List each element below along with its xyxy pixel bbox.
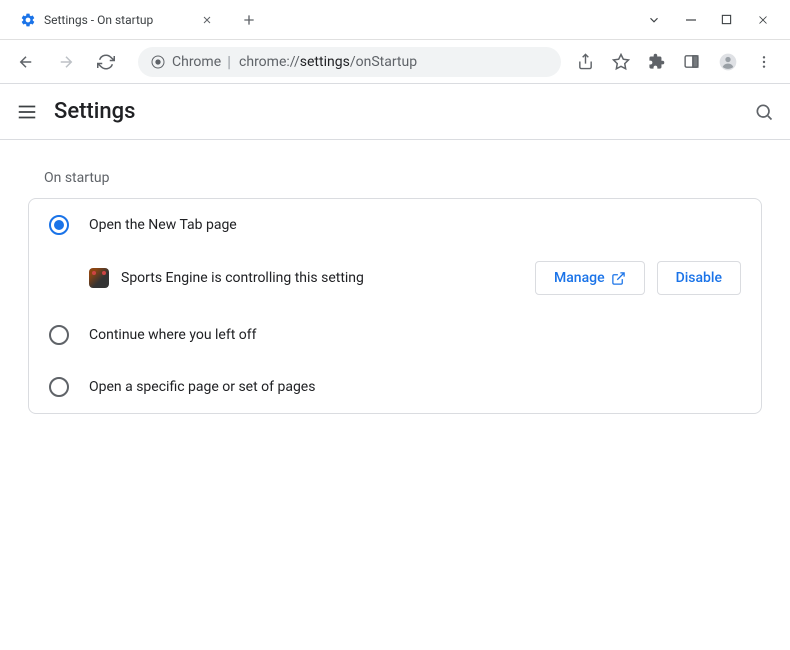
option-specific-pages[interactable]: Open a specific page or set of pages — [29, 361, 761, 413]
maximize-button[interactable] — [721, 14, 732, 25]
control-text: Sports Engine is controlling this settin… — [121, 270, 523, 286]
chevron-down-icon[interactable] — [647, 13, 661, 27]
section-title: On startup — [44, 170, 766, 186]
extension-control-notice: Sports Engine is controlling this settin… — [29, 251, 761, 309]
share-icon[interactable] — [577, 53, 594, 70]
profile-icon[interactable] — [718, 52, 738, 72]
browser-tab[interactable]: Settings - On startup — [8, 4, 225, 36]
option-continue[interactable]: Continue where you left off — [29, 309, 761, 361]
tab-close-button[interactable] — [201, 14, 213, 26]
window-controls — [647, 13, 790, 27]
bookmark-icon[interactable] — [612, 53, 630, 71]
tab-title: Settings - On startup — [44, 13, 153, 27]
toolbar-actions — [577, 52, 780, 72]
menu-kebab-icon[interactable] — [756, 54, 772, 70]
titlebar: Settings - On startup — [0, 0, 790, 40]
page-title: Settings — [54, 99, 135, 124]
radio-unselected[interactable] — [49, 377, 69, 397]
settings-header: Settings — [0, 84, 790, 140]
address-bar[interactable]: Chrome | chrome://settings/onStartup — [138, 47, 561, 77]
forward-button[interactable] — [50, 46, 82, 78]
search-settings-button[interactable] — [754, 102, 774, 122]
extension-icon — [89, 268, 109, 288]
reload-button[interactable] — [90, 46, 122, 78]
settings-content: On startup Open the New Tab page Sports … — [0, 140, 790, 444]
toolbar: Chrome | chrome://settings/onStartup — [0, 40, 790, 84]
disable-button[interactable]: Disable — [657, 261, 741, 295]
option-label: Open a specific page or set of pages — [89, 379, 315, 395]
close-window-button[interactable] — [756, 13, 770, 27]
gear-icon — [20, 12, 36, 28]
startup-options-card: Open the New Tab page Sports Engine is c… — [28, 198, 762, 414]
radio-selected[interactable] — [49, 215, 69, 235]
radio-unselected[interactable] — [49, 325, 69, 345]
hamburger-icon[interactable] — [16, 101, 38, 123]
manage-button[interactable]: Manage — [535, 261, 645, 295]
extensions-icon[interactable] — [648, 53, 665, 70]
minimize-button[interactable] — [685, 14, 697, 26]
sidepanel-icon[interactable] — [683, 53, 700, 70]
new-tab-button[interactable] — [241, 12, 257, 28]
option-label: Open the New Tab page — [89, 217, 237, 233]
site-info-icon[interactable]: Chrome | — [150, 52, 231, 71]
option-new-tab[interactable]: Open the New Tab page — [29, 199, 761, 251]
option-label: Continue where you left off — [89, 327, 257, 343]
back-button[interactable] — [10, 46, 42, 78]
